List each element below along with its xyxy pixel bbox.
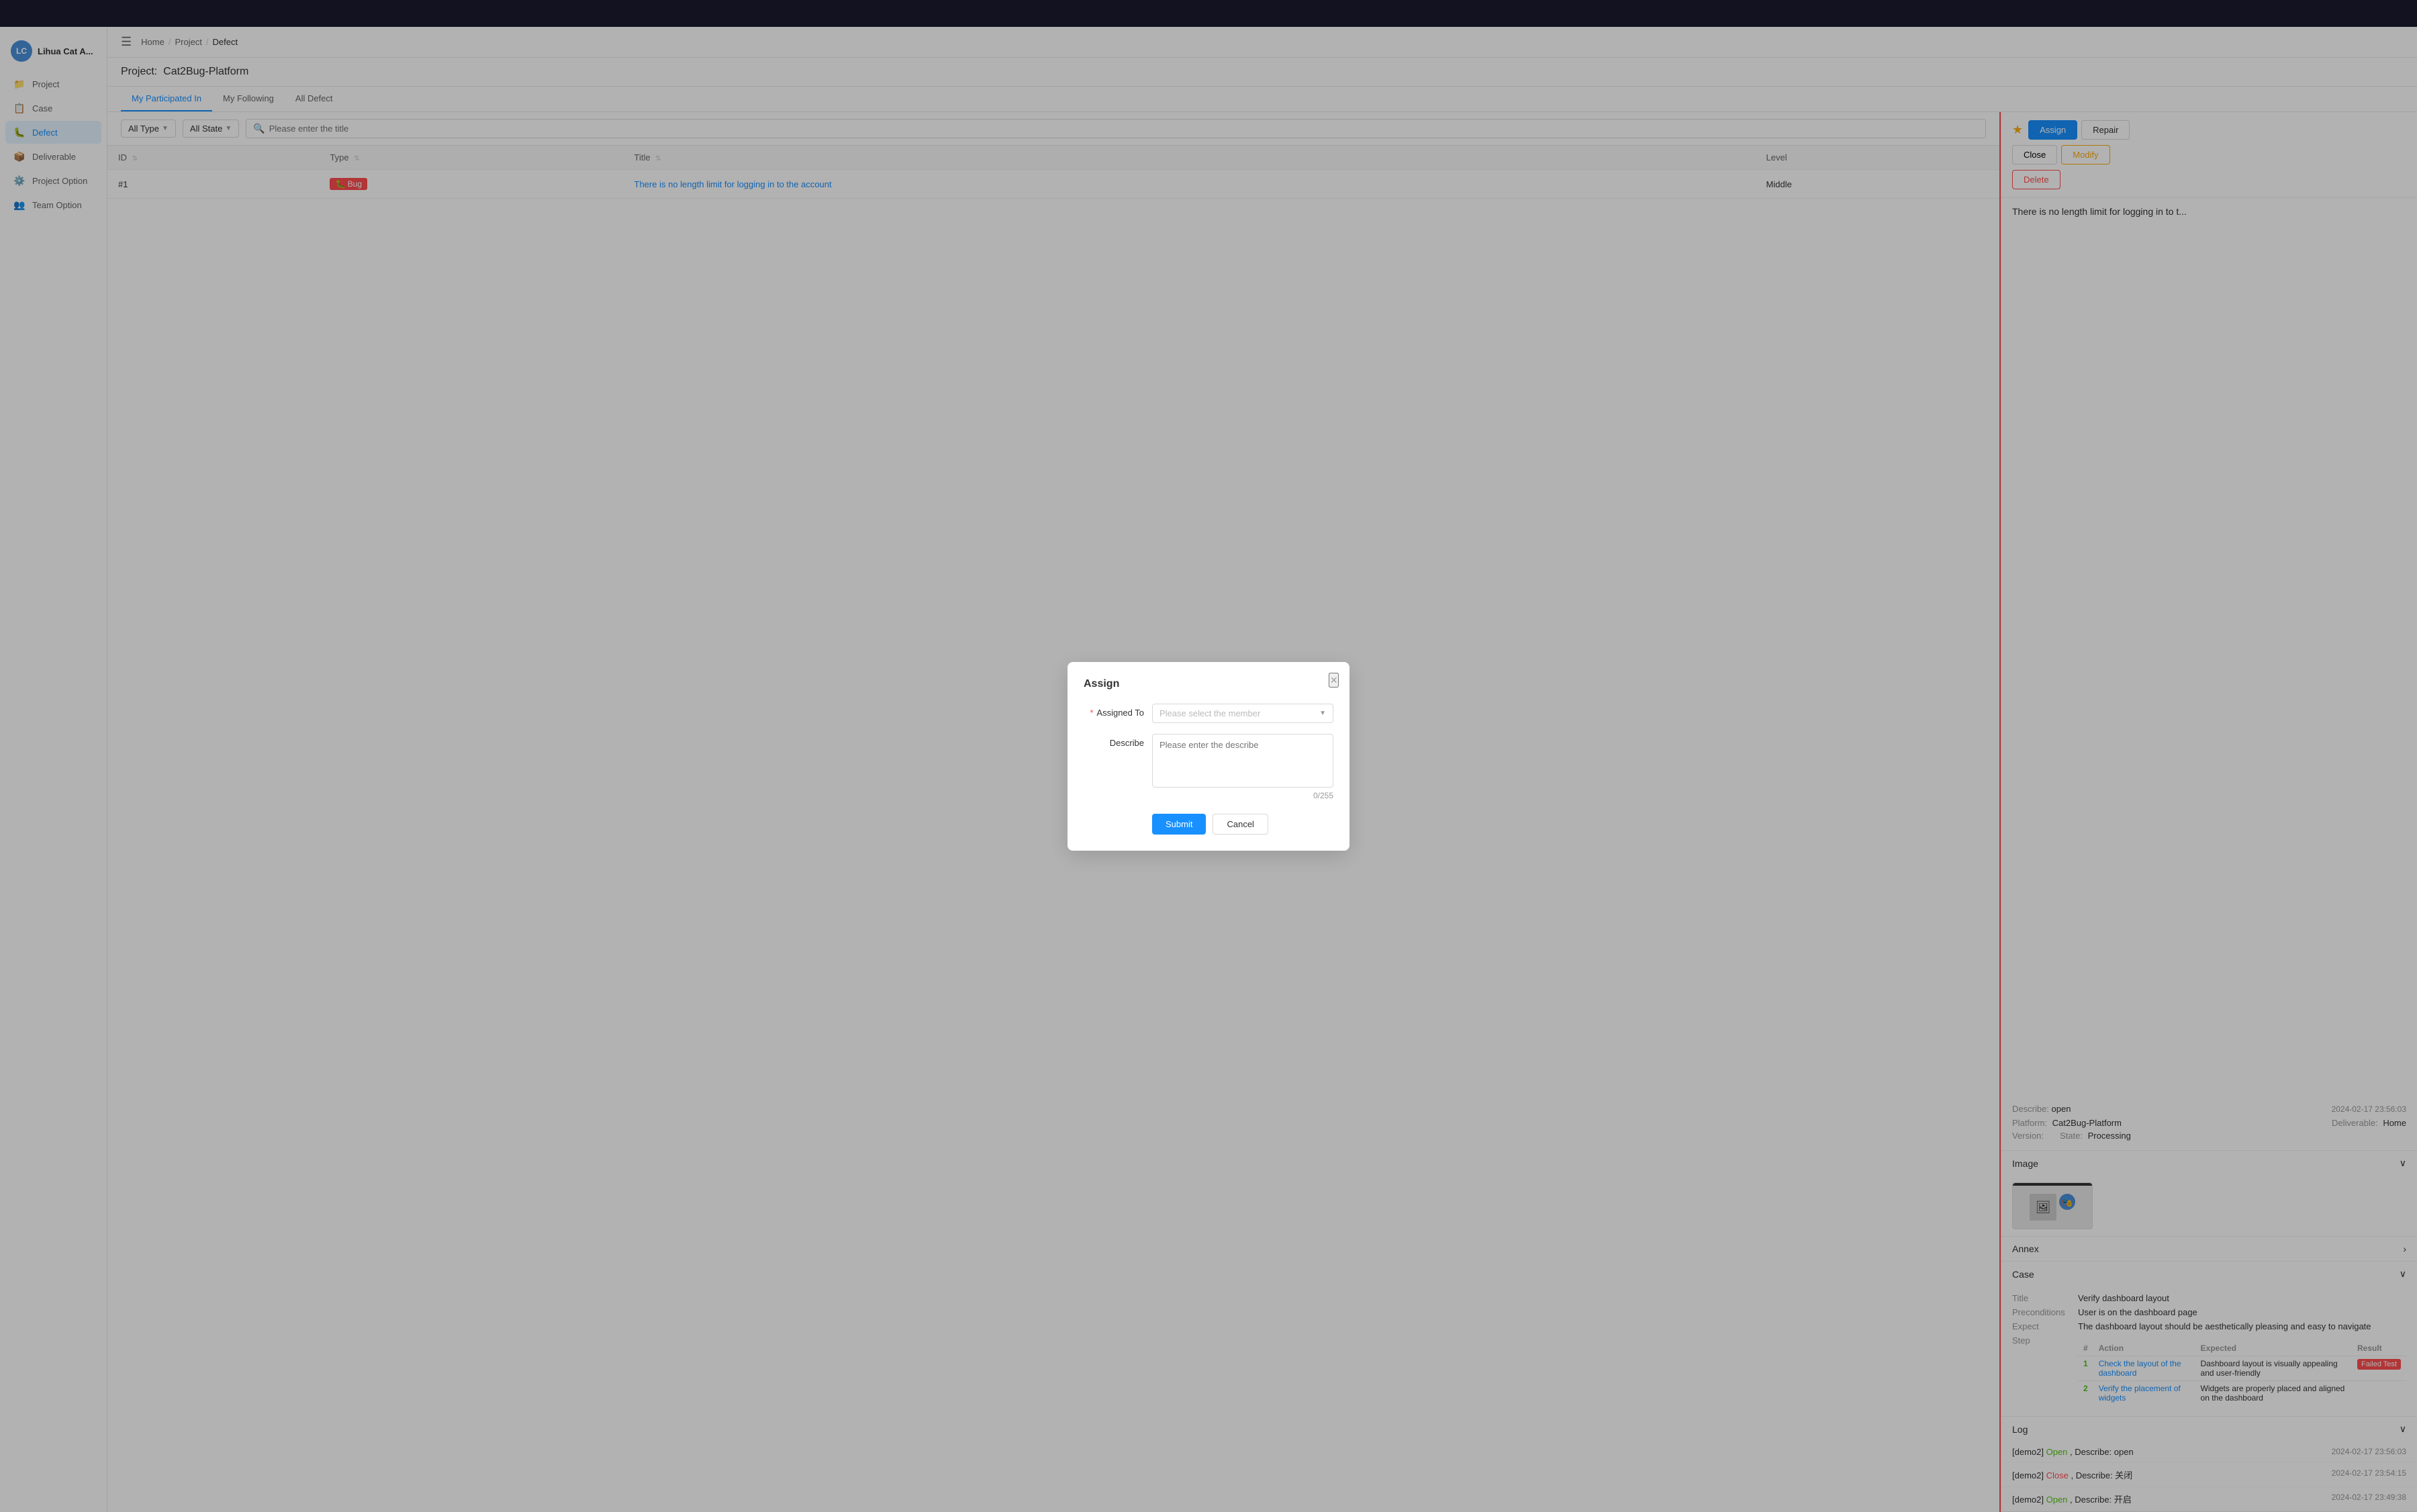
assigned-to-row: * Assigned To Please select the member ▼	[1084, 704, 1333, 723]
modal-close-button[interactable]: ×	[1329, 673, 1339, 688]
modal-actions: Submit Cancel	[1084, 814, 1333, 835]
cancel-button[interactable]: Cancel	[1213, 814, 1268, 835]
select-arrow-icon: ▼	[1319, 710, 1326, 717]
assigned-to-label: * Assigned To	[1084, 704, 1144, 718]
modal-title: Assign	[1084, 678, 1333, 690]
char-count: 0/255	[1152, 791, 1333, 800]
submit-button[interactable]: Submit	[1152, 814, 1206, 835]
member-select[interactable]: Please select the member ▼	[1152, 704, 1333, 723]
modal-overlay: Assign × * Assigned To Please select the…	[0, 0, 2417, 1512]
assign-modal: Assign × * Assigned To Please select the…	[1068, 662, 1349, 851]
member-select-placeholder: Please select the member	[1159, 708, 1260, 718]
describe-textarea[interactable]	[1152, 734, 1333, 788]
describe-label: Describe	[1084, 734, 1144, 748]
describe-row: Describe 0/255	[1084, 734, 1333, 800]
